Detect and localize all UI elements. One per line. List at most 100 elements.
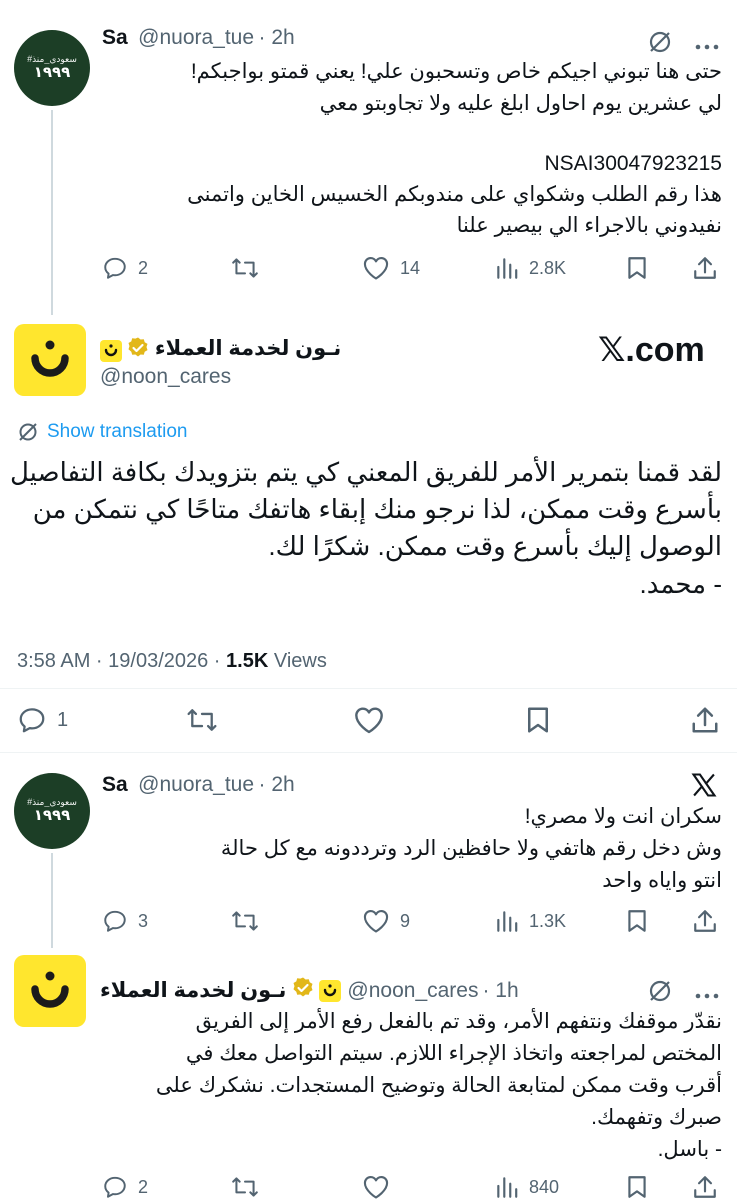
avatar[interactable] [14, 324, 86, 396]
like-button[interactable] [362, 1174, 390, 1200]
share-icon [694, 910, 716, 932]
tweet-text: وش دخل رقم هاتفي ولا حافظين الرد وترددون… [220, 837, 722, 860]
thread-line [51, 110, 53, 315]
thread-line [51, 853, 53, 948]
more-icon[interactable] [695, 38, 719, 56]
bookmark-button[interactable] [626, 1174, 648, 1200]
avatar[interactable]: #سعودي_منذ ١٩٩٩ [14, 30, 90, 106]
like-button[interactable] [353, 705, 385, 735]
tweet-signature: - باسل. [657, 1138, 722, 1161]
views-label: Views [268, 650, 327, 672]
bookmark-button[interactable] [525, 705, 551, 735]
tweet-text: لي عشرين يوم احاول ابلغ عليه ولا تجاوبتو… [319, 92, 722, 115]
reply-count: 2 [138, 257, 149, 278]
heart-icon [363, 910, 389, 933]
like-button[interactable]: 9 [362, 908, 410, 934]
view-count: 840 [529, 1176, 560, 1197]
noon-logo-icon [31, 971, 69, 1008]
tweet-signature: - محمد. [639, 569, 723, 599]
tweet-text: هذا رقم الطلب وشكواي على مندوبكم الخسيس … [187, 183, 722, 206]
tweet-text: صبرك وتفهمك. [591, 1106, 722, 1129]
avatar[interactable]: #سعودي_منذ ١٩٩٩ [14, 773, 90, 849]
author-name-row[interactable]: نـون لخدمة العملاء [100, 336, 341, 365]
bookmark-button[interactable] [626, 255, 648, 281]
author-name: نـون لخدمة العملاء [154, 337, 342, 360]
views-button[interactable]: 2.8K [495, 255, 566, 281]
divider [0, 752, 737, 753]
reply-icon [104, 257, 126, 279]
more-icon[interactable] [695, 987, 719, 1005]
share-button[interactable] [692, 908, 718, 934]
reply-button[interactable]: 3 [102, 908, 148, 934]
heart-icon [355, 707, 383, 734]
reply-button[interactable]: 2 [102, 1174, 148, 1200]
author-name[interactable]: نـون لخدمة العملاء [100, 978, 286, 1003]
avatar-text: ١٩٩٩ [33, 807, 71, 824]
tweet-text: نقدّر موقفك ونتفهم الأمر، وقد تم بالفعل … [195, 1010, 722, 1033]
noon-logo-icon [31, 340, 69, 377]
like-button[interactable]: 14 [362, 255, 420, 281]
heart-icon [363, 1176, 389, 1199]
bookmark-icon [528, 707, 548, 733]
author-handle[interactable]: @noon_cares [347, 979, 478, 1003]
reply-button[interactable]: 2 [102, 255, 148, 281]
author-handle[interactable]: @nuora_tue [138, 26, 254, 49]
verified-badge-icon [126, 336, 150, 365]
verified-badge-icon [291, 976, 315, 1005]
bookmark-icon [628, 257, 646, 279]
retweet-button[interactable] [230, 255, 260, 281]
show-translation-label: Show translation [47, 421, 188, 442]
tweet-time[interactable]: · 1h [482, 979, 518, 1003]
grok-icon[interactable] [647, 29, 673, 60]
reply-icon [104, 1176, 126, 1198]
avatar[interactable] [14, 955, 86, 1027]
views-button[interactable]: 1.3K [495, 908, 566, 934]
reply-count: 3 [138, 910, 149, 931]
tweet-header: Sa @nuora_tue · 2h [102, 773, 295, 797]
grok-icon[interactable] [647, 978, 673, 1009]
tweet-time[interactable]: · 2h [259, 26, 295, 49]
bookmark-icon [628, 910, 646, 932]
retweet-button[interactable] [230, 908, 260, 934]
author-handle[interactable]: @noon_cares [100, 365, 231, 389]
reply-icon [104, 910, 126, 932]
share-icon [694, 257, 716, 279]
heart-icon [363, 257, 389, 280]
tweet-text: بأسرع وقت ممكن، لذا نرجو منك إبقاء هاتفك… [32, 494, 722, 524]
tweet-time[interactable]: · 2h [259, 773, 295, 796]
reply-button[interactable]: 1 [17, 705, 68, 735]
avatar-text: #سعودي_منذ [27, 797, 77, 807]
author-name[interactable]: Sa [102, 773, 128, 796]
views-icon [497, 258, 518, 279]
timestamp[interactable]: 3:58 AM · 19/03/2026 · [17, 650, 226, 672]
reply-count: 2 [138, 1176, 149, 1197]
author-handle[interactable]: @nuora_tue [138, 773, 254, 796]
tweet-text: لقد قمنا بتمرير الأمر للفريق المعني كي ي… [9, 457, 722, 487]
bookmark-icon [628, 1176, 646, 1198]
x-watermark: 𝕏.com [598, 331, 705, 369]
tweet-text: انتو واياه واحد [602, 869, 722, 892]
views-button[interactable]: 840 [495, 1174, 559, 1200]
author-name[interactable]: Sa [102, 26, 128, 49]
reply-icon [19, 708, 45, 733]
retweet-icon [232, 911, 258, 931]
tweet-text: نفيدوني بالاجراء الي بيصير علنا [456, 214, 722, 237]
views-icon [497, 1177, 518, 1198]
retweet-button[interactable] [230, 1174, 260, 1200]
divider [0, 688, 737, 689]
show-translation-link[interactable]: Show translation [17, 421, 187, 443]
reply-count: 1 [57, 708, 69, 731]
avatar-text: #سعودي_منذ [27, 54, 77, 64]
retweet-button[interactable] [185, 705, 219, 735]
bookmark-button[interactable] [626, 908, 648, 934]
view-count: 1.3K [529, 910, 567, 931]
order-number: NSAI30047923215 [544, 152, 723, 175]
share-button[interactable] [690, 705, 720, 735]
retweet-icon [232, 1177, 258, 1197]
tweet-text: الوصول إليك بأسرع وقت ممكن. شكرًا لك. [268, 531, 722, 561]
noon-badge-icon [319, 979, 342, 1002]
translate-icon [19, 423, 37, 441]
share-button[interactable] [692, 255, 718, 281]
retweet-icon [232, 258, 258, 278]
share-button[interactable] [692, 1174, 718, 1200]
